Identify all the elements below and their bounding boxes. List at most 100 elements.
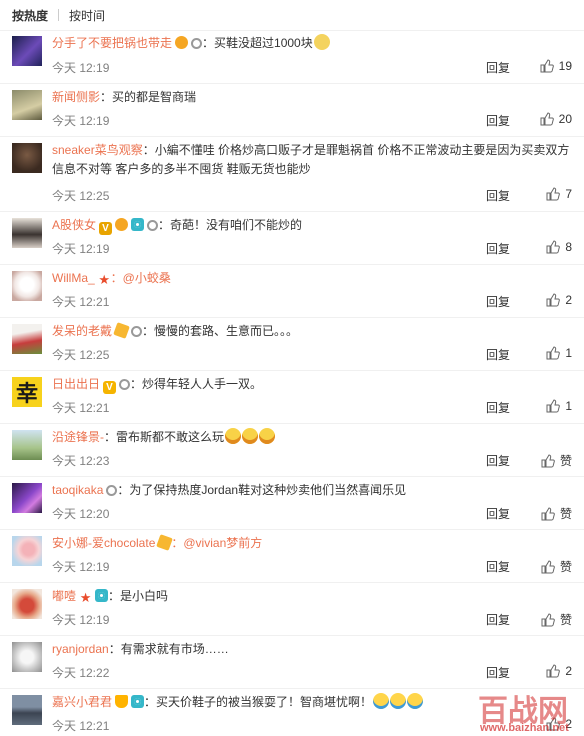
comment-time: 今天 12:25 [52, 189, 110, 203]
username-link[interactable]: WillMa_ [52, 271, 95, 285]
reply-link[interactable]: 回复 [486, 452, 510, 469]
avatar[interactable] [12, 143, 42, 173]
comment-body: 嘉兴小君君 ：买天价鞋子的被当猴耍了！智商堪忧啊！ [52, 693, 572, 712]
like-button[interactable]: 2 [546, 664, 572, 678]
sort-bar: 按热度 按时间 [0, 0, 584, 30]
membership-ring-icon [131, 326, 143, 337]
comment-item: 嘉兴小君君 ：买天价鞋子的被当猴耍了！智商堪忧啊！ 今天 12:21 2 [0, 688, 584, 736]
like-button[interactable]: 19 [540, 59, 572, 73]
reply-link[interactable]: 回复 [486, 346, 510, 363]
username-link[interactable]: 嘉兴小君君 [52, 695, 112, 709]
shocked-emoji-icon [225, 428, 242, 444]
username-link[interactable]: A股侠女 [52, 218, 96, 232]
comment-body: 安小娜-爱chocolate ：@vivian梦前方 [52, 534, 572, 553]
like-count: 2 [565, 664, 572, 678]
comment-text: ：买天价鞋子的被当猴耍了！智商堪忧啊！ [144, 695, 373, 709]
avatar[interactable] [12, 642, 42, 672]
comment-time: 今天 12:21 [52, 401, 110, 415]
comment-time: 今天 12:25 [52, 348, 110, 362]
like-count: 1 [565, 399, 572, 413]
username-link[interactable]: 嘟噎 [52, 589, 76, 603]
like-button[interactable]: 7 [546, 187, 572, 201]
avatar[interactable] [12, 536, 42, 566]
comment-list: 分手了不要把锅也带走 ：买鞋没超过1000块 今天 12:19 回复 19 新闻侧… [0, 30, 584, 736]
reply-link[interactable]: 回复 [486, 240, 510, 257]
like-count: 2 [565, 717, 572, 731]
avatar[interactable] [12, 271, 42, 301]
reply-link[interactable]: 回复 [486, 187, 510, 204]
like-label: 赞 [559, 507, 572, 521]
comment-body: taoqikaka ：为了保持热度Jordan鞋对这种炒卖他们当然喜闻乐见 [52, 481, 572, 500]
reply-link[interactable]: 回复 [486, 505, 510, 522]
thumbs-up-icon [546, 240, 561, 254]
shocked-emoji-icon [259, 428, 276, 444]
like-button[interactable]: 2 [546, 293, 572, 307]
comment-body: 沿途锋景-：雷布斯都不敢这么玩 [52, 428, 572, 447]
comment-item: 嘟噎 ★ ：是小白吗 今天 12:19 回复 赞 [0, 582, 584, 635]
comment-meta: 今天 12:19 回复 19 [52, 59, 572, 75]
reply-link[interactable]: 回复 [486, 399, 510, 416]
sort-divider [58, 9, 60, 21]
like-button[interactable]: 1 [546, 346, 572, 360]
comment-body: 发呆的老戴 ：慢慢的套路、生意而已。。。 [52, 322, 572, 341]
avatar[interactable] [12, 695, 42, 725]
like-label: 赞 [559, 613, 572, 627]
avatar[interactable] [12, 589, 42, 619]
like-count: 1 [565, 346, 572, 360]
username-link[interactable]: ryanjordan [52, 642, 109, 656]
username-link[interactable]: 沿途锋景- [52, 430, 104, 444]
comment-item: 分手了不要把锅也带走 ：买鞋没超过1000块 今天 12:19 回复 19 [0, 30, 584, 83]
laugh-cry-emoji-icon [373, 693, 390, 709]
like-button[interactable]: 赞 [541, 558, 572, 575]
comment-body: A股侠女 V ：奇葩！没有咱们不能炒的 [52, 216, 572, 235]
comment-time: 今天 12:23 [52, 454, 110, 468]
thumbs-up-icon [546, 399, 561, 413]
comment-meta: 今天 12:23 回复 赞 [52, 452, 572, 468]
username-link[interactable]: taoqikaka [52, 483, 103, 497]
avatar[interactable] [12, 430, 42, 460]
comment-body: 日出出日 V ：炒得年轻人人手一双。 [52, 375, 572, 394]
comment-time: 今天 12:19 [52, 613, 110, 627]
username-link[interactable]: 安小娜-爱chocolate [52, 536, 155, 550]
like-button[interactable]: 赞 [541, 452, 572, 469]
avatar[interactable]: 幸 [12, 377, 42, 407]
like-button[interactable]: 2 [546, 717, 572, 731]
sort-by-time-tab[interactable]: 按时间 [69, 7, 105, 24]
like-button[interactable]: 20 [540, 112, 572, 126]
like-button[interactable]: 8 [546, 240, 572, 254]
username-link[interactable]: sneaker菜鸟观察 [52, 143, 143, 157]
avatar[interactable] [12, 218, 42, 248]
reply-link[interactable]: 回复 [486, 59, 510, 76]
username-link[interactable]: 发呆的老戴 [52, 324, 112, 338]
like-button[interactable]: 赞 [541, 611, 572, 628]
like-label: 赞 [559, 560, 572, 574]
reply-link[interactable]: 回复 [486, 611, 510, 628]
like-button[interactable]: 1 [546, 399, 572, 413]
comment-text: ：雷布斯都不敢这么玩 [104, 430, 225, 444]
avatar[interactable] [12, 36, 42, 66]
comment-text: ：炒得年轻人人手一双。 [130, 377, 263, 391]
gift-badge-icon [113, 322, 130, 339]
reply-link[interactable]: 回复 [486, 558, 510, 575]
membership-ring-icon [119, 379, 131, 390]
like-button[interactable]: 赞 [541, 505, 572, 522]
reply-link[interactable]: 回复 [486, 293, 510, 310]
reply-link[interactable]: 回复 [486, 112, 510, 129]
thumbs-up-icon [546, 664, 561, 678]
sort-by-hot-tab[interactable]: 按热度 [12, 7, 48, 24]
thumbs-up-icon [540, 112, 554, 126]
comment-text: ：买的都是智商瑞 [100, 90, 197, 104]
avatar[interactable] [12, 483, 42, 513]
avatar[interactable] [12, 90, 42, 120]
username-link[interactable]: 日出出日 [52, 377, 100, 391]
eye-badge-icon [131, 695, 145, 708]
reply-link[interactable]: 回复 [486, 664, 510, 681]
avatar-glyph-icon: 幸 [15, 381, 38, 407]
username-link[interactable]: 分手了不要把锅也带走 [52, 36, 172, 50]
avatar[interactable] [12, 324, 42, 354]
thumbs-up-icon [546, 717, 561, 731]
username-link[interactable]: 新闻侧影 [52, 90, 100, 104]
comment-item: 安小娜-爱chocolate ：@vivian梦前方 今天 12:19 回复 赞 [0, 529, 584, 582]
verified-v-icon: V [99, 222, 113, 235]
thumbs-up-icon [541, 612, 555, 626]
